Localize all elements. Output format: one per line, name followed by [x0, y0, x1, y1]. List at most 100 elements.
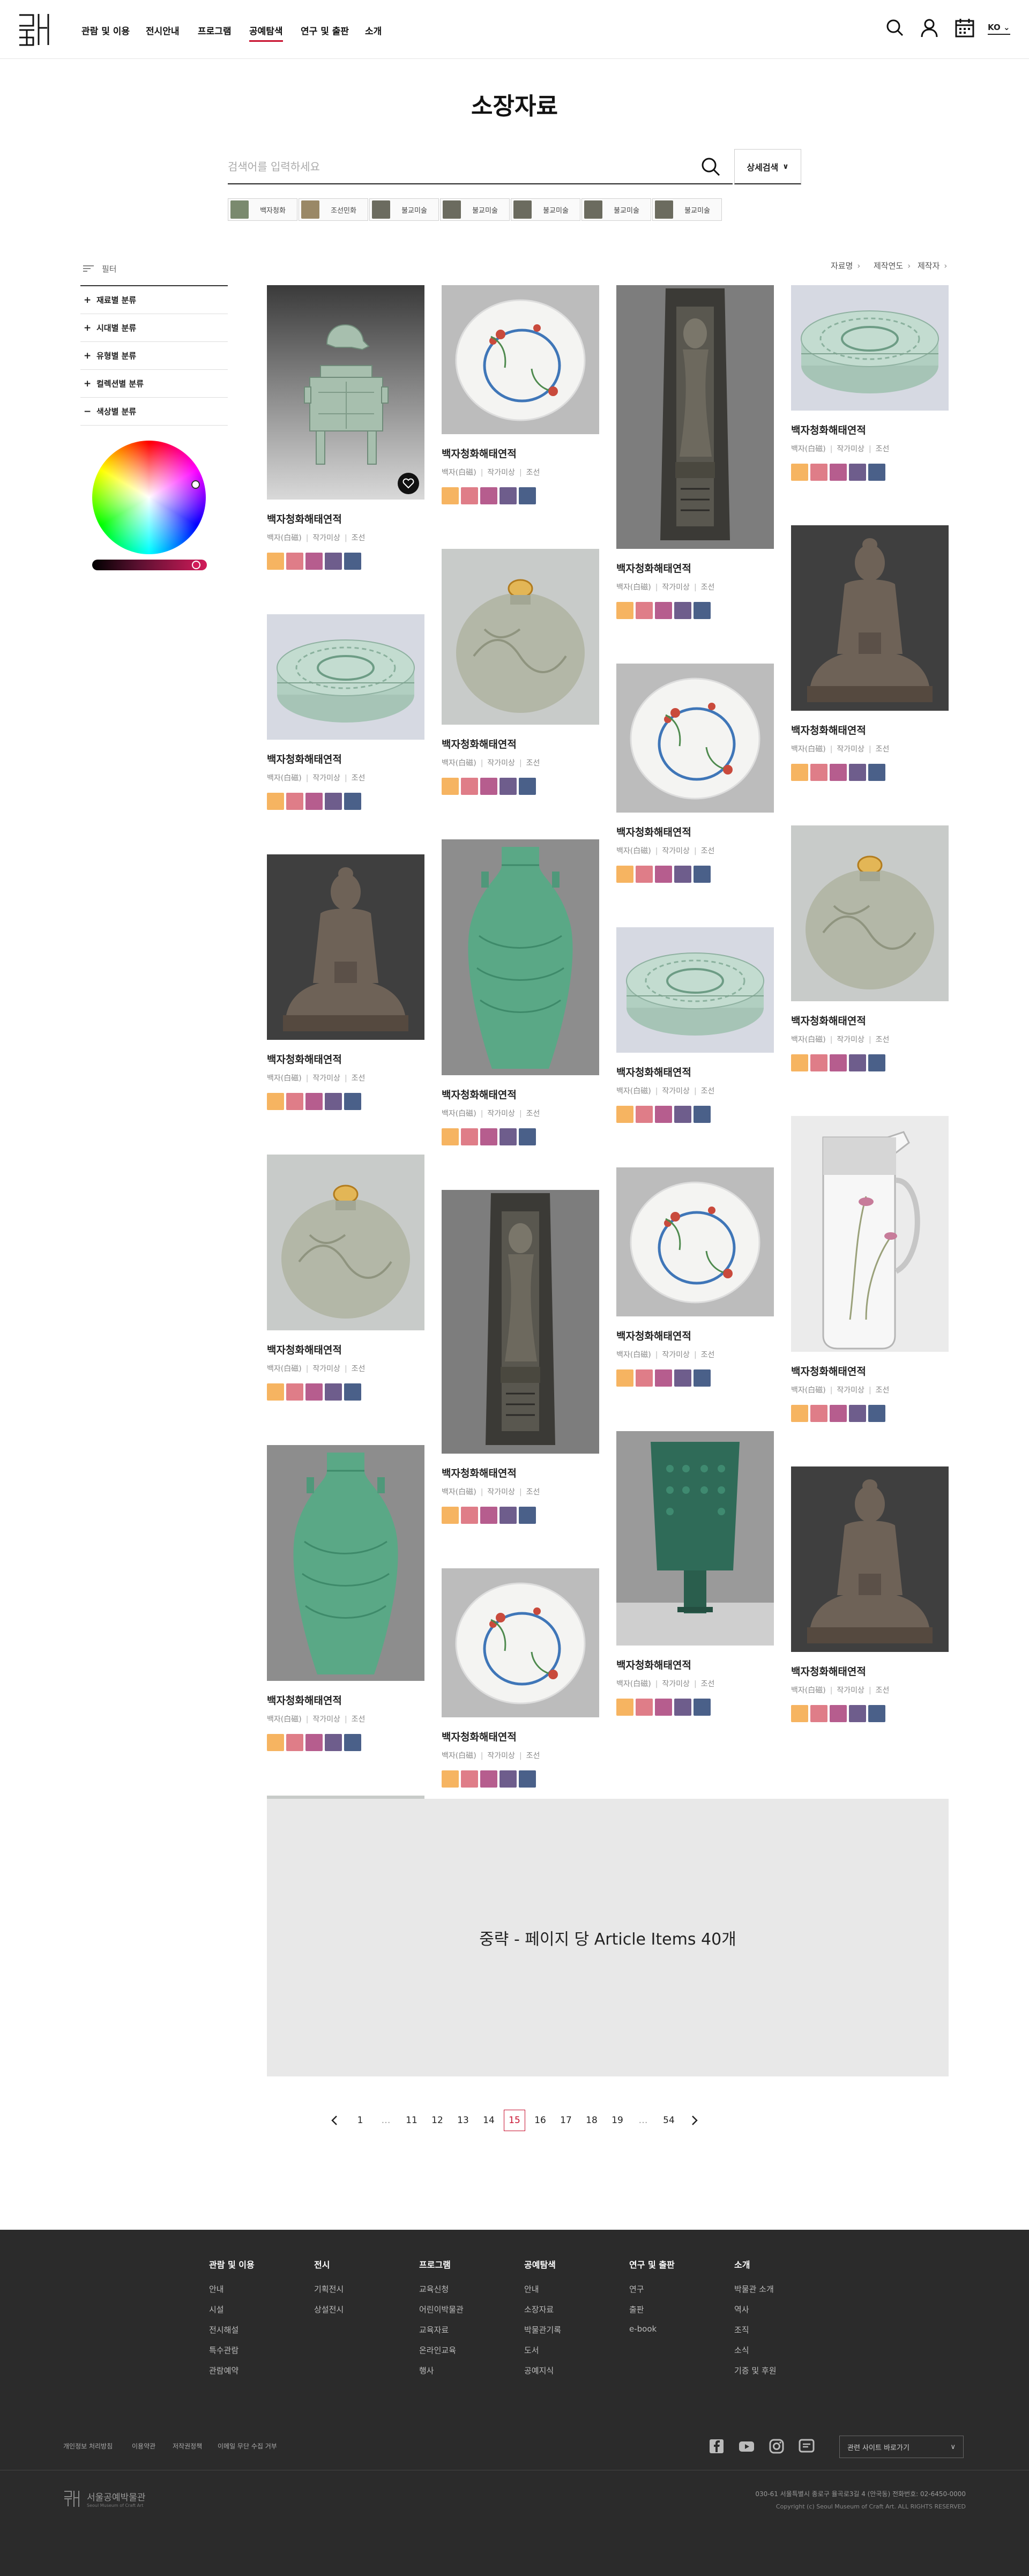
color-swatch[interactable]: [461, 778, 478, 795]
color-swatch[interactable]: [267, 1734, 284, 1751]
search-icon[interactable]: [884, 17, 906, 39]
collection-item-title[interactable]: 백자청화해태연적: [442, 736, 599, 751]
collection-item-image[interactable]: [791, 1116, 949, 1352]
sort-option[interactable]: 제작자 ›: [918, 260, 947, 271]
pagination-current-page[interactable]: 15: [504, 2110, 525, 2131]
collection-item-title[interactable]: 백자청화해태연적: [442, 446, 599, 460]
search-input[interactable]: [228, 153, 683, 180]
pagination-page[interactable]: 16: [527, 2110, 553, 2131]
color-swatch[interactable]: [344, 793, 361, 810]
color-swatch[interactable]: [286, 793, 303, 810]
search-tag-chip[interactable]: 불교미술: [511, 198, 580, 221]
color-swatch[interactable]: [849, 764, 866, 781]
collection-item-card[interactable]: 백자청화해태연적백자(白磁)|작가미상|조선: [442, 839, 599, 1145]
footer-link[interactable]: 박물관기록: [524, 2324, 561, 2335]
color-swatch[interactable]: [480, 1507, 497, 1524]
color-swatch[interactable]: [694, 1699, 711, 1716]
color-swatch[interactable]: [344, 1093, 361, 1110]
collection-item-title[interactable]: 백자청화해태연적: [791, 1664, 949, 1678]
color-swatch[interactable]: [616, 1106, 633, 1123]
color-swatch[interactable]: [305, 1383, 323, 1401]
color-swatch[interactable]: [519, 1507, 536, 1524]
collection-item-title[interactable]: 백자청화해태연적: [791, 723, 949, 737]
footer-link[interactable]: 특수관람: [209, 2344, 255, 2356]
nav-visit[interactable]: 관람 및 이용: [81, 24, 130, 37]
color-swatch[interactable]: [868, 464, 885, 481]
collection-item-title[interactable]: 백자청화해태연적: [616, 1657, 774, 1672]
collection-item-image[interactable]: [267, 1445, 424, 1681]
brightness-slider-handle[interactable]: [192, 561, 200, 569]
collection-item-image[interactable]: [791, 285, 949, 411]
search-tag-chip[interactable]: 불교미술: [581, 198, 651, 221]
footer-link[interactable]: 기획전시: [314, 2283, 344, 2295]
filter-section[interactable]: + 컬렉션별 분류: [80, 370, 228, 398]
pagination-page[interactable]: 19: [605, 2110, 630, 2131]
collection-item-card[interactable]: 백자청화해태연적백자(白磁)|작가미상|조선: [616, 285, 774, 619]
color-swatch[interactable]: [810, 464, 827, 481]
color-swatch[interactable]: [344, 553, 361, 570]
color-swatch[interactable]: [442, 1770, 459, 1788]
color-swatch[interactable]: [616, 1699, 633, 1716]
collection-item-image[interactable]: [442, 1190, 599, 1454]
color-swatch[interactable]: [305, 1093, 323, 1110]
collection-item-image[interactable]: [442, 839, 599, 1075]
collection-item-card[interactable]: 백자청화해태연적백자(白磁)|작가미상|조선: [267, 614, 424, 810]
collection-item-image[interactable]: [267, 614, 424, 740]
collection-item-image[interactable]: [616, 1167, 774, 1316]
collection-item-title[interactable]: 백자청화해태연적: [616, 1328, 774, 1343]
collection-item-card[interactable]: 백자청화해태연적백자(白磁)|작가미상|조선: [616, 927, 774, 1123]
footer-policy-link[interactable]: 개인정보 처리방침: [63, 2441, 113, 2451]
color-swatch[interactable]: [694, 866, 711, 883]
color-swatch[interactable]: [694, 602, 711, 619]
color-swatch[interactable]: [655, 1699, 672, 1716]
calendar-icon[interactable]: [954, 17, 975, 39]
nav-about[interactable]: 소개: [365, 24, 382, 37]
color-swatch[interactable]: [325, 793, 342, 810]
footer-link[interactable]: 연구: [629, 2283, 675, 2295]
color-swatch[interactable]: [849, 1705, 866, 1722]
color-swatch[interactable]: [830, 764, 847, 781]
collection-item-image[interactable]: [791, 1466, 949, 1652]
footer-link[interactable]: 역사: [734, 2304, 777, 2315]
pagination-page[interactable]: 18: [579, 2110, 605, 2131]
footer-link[interactable]: 도서: [524, 2344, 561, 2356]
color-swatch[interactable]: [849, 1405, 866, 1422]
collection-item-card[interactable]: 백자청화해태연적백자(白磁)|작가미상|조선: [616, 1167, 774, 1387]
filter-section[interactable]: − 색상별 분류: [80, 398, 228, 426]
footer-link[interactable]: 공예지식: [524, 2365, 561, 2376]
filter-section[interactable]: + 시대별 분류: [80, 314, 228, 342]
color-swatch[interactable]: [461, 487, 478, 504]
color-wheel-handle[interactable]: [191, 480, 200, 489]
collection-item-image[interactable]: [616, 285, 774, 549]
pagination-page[interactable]: 13: [450, 2110, 476, 2131]
footer-link[interactable]: 박물관 소개: [734, 2283, 777, 2295]
footer-link[interactable]: 온라인교육: [419, 2344, 464, 2356]
color-swatch[interactable]: [674, 602, 691, 619]
color-swatch[interactable]: [305, 553, 323, 570]
collection-item-image[interactable]: [616, 1431, 774, 1646]
color-swatch[interactable]: [499, 1770, 517, 1788]
color-swatch[interactable]: [499, 1128, 517, 1145]
collection-item-image[interactable]: [791, 525, 949, 711]
color-swatch[interactable]: [616, 602, 633, 619]
search-tag-chip[interactable]: 백자청화: [228, 198, 297, 221]
collection-item-title[interactable]: 백자청화해태연적: [791, 1013, 949, 1028]
pagination-page[interactable]: 17: [553, 2110, 579, 2131]
collection-item-image[interactable]: [616, 664, 774, 813]
color-swatch[interactable]: [636, 1106, 653, 1123]
color-swatch[interactable]: [442, 778, 459, 795]
color-swatch[interactable]: [480, 1128, 497, 1145]
color-swatch[interactable]: [868, 1054, 885, 1071]
color-swatch[interactable]: [791, 764, 808, 781]
youtube-icon[interactable]: [739, 2438, 755, 2454]
prev-page-button[interactable]: [322, 2110, 347, 2131]
color-swatch[interactable]: [499, 778, 517, 795]
collection-item-title[interactable]: 백자청화해태연적: [267, 1342, 424, 1357]
color-swatch[interactable]: [305, 793, 323, 810]
user-icon[interactable]: [919, 17, 940, 39]
color-swatch[interactable]: [810, 1054, 827, 1071]
color-swatch[interactable]: [868, 1705, 885, 1722]
footer-link[interactable]: 조직: [734, 2324, 777, 2335]
color-swatch[interactable]: [325, 1093, 342, 1110]
color-swatch[interactable]: [519, 778, 536, 795]
